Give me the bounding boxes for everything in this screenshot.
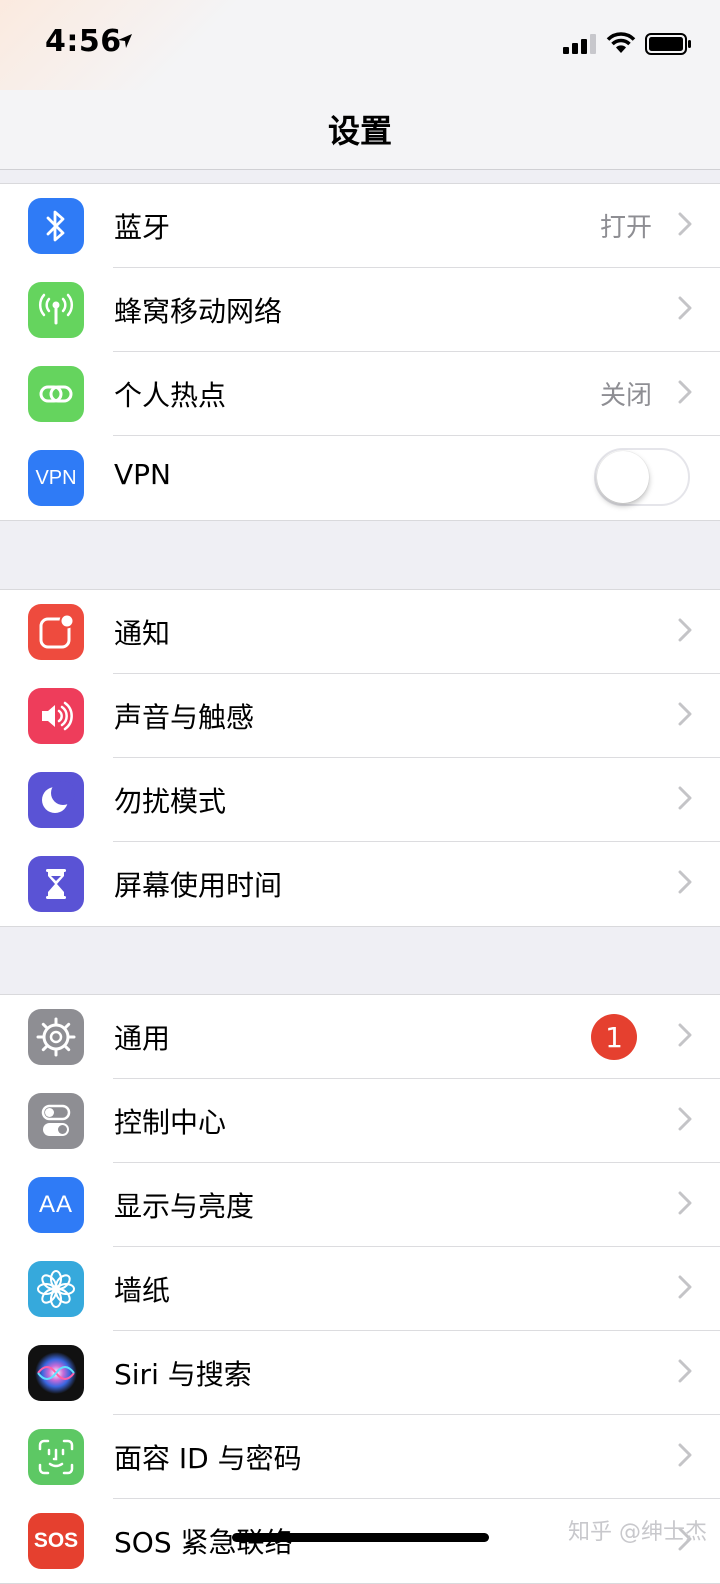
flower-icon	[28, 1261, 84, 1317]
settings-row-label: 通用	[114, 1022, 171, 1055]
settings-row-value: 关闭	[599, 381, 652, 411]
bluetooth-icon	[28, 198, 84, 254]
face-id-icon	[28, 1429, 84, 1485]
settings-row-label: 蓝牙	[114, 211, 171, 244]
status-time: 4:56	[45, 24, 122, 59]
location-arrow-icon	[118, 34, 132, 48]
gear-icon	[28, 1009, 84, 1065]
home-indicator[interactable]	[232, 1533, 489, 1542]
settings-group-connectivity: 蓝牙 打开 蜂窝移动网络 个人热点 关闭 VPN VPN	[0, 183, 720, 521]
settings-row-label: 通知	[114, 617, 171, 650]
settings-row-label: Siri 与搜索	[114, 1358, 252, 1391]
chevron-right-icon	[678, 870, 692, 894]
cellular-antenna-icon	[28, 282, 84, 338]
chevron-right-icon	[678, 702, 692, 726]
chevron-right-icon	[678, 1359, 692, 1383]
vpn-icon-text: VPN	[35, 466, 77, 489]
settings-row-hotspot[interactable]: 个人热点 关闭	[0, 352, 720, 436]
moon-icon	[28, 772, 84, 828]
chevron-right-icon	[678, 618, 692, 642]
chevron-right-icon	[678, 1023, 692, 1047]
settings-row-label: 面容 ID 与密码	[114, 1442, 302, 1475]
settings-group-notifications: 通知 声音与触感 勿扰模式 屏幕使用时间	[0, 589, 720, 927]
settings-row-cellular[interactable]: 蜂窝移动网络	[0, 268, 720, 352]
watermark-text: 知乎 @绅士杰	[568, 1520, 707, 1545]
sos-icon-text: SOS	[33, 1529, 79, 1552]
settings-row-wallpaper[interactable]: 墙纸	[0, 1247, 720, 1331]
settings-row-screen-time[interactable]: 屏幕使用时间	[0, 842, 720, 926]
text-size-icon-glyph: AA	[38, 1191, 73, 1218]
chevron-right-icon	[678, 296, 692, 320]
settings-row-siri[interactable]: Siri 与搜索	[0, 1331, 720, 1415]
sos-icon: SOS	[28, 1513, 84, 1569]
toggle-knob	[597, 451, 649, 503]
control-toggles-icon	[28, 1093, 84, 1149]
vpn-toggle[interactable]	[594, 448, 690, 506]
settings-group-general: 通用 1 控制中心 AA 显示与亮度 墙纸 Siri 与搜索 面容 ID 与密码…	[0, 994, 720, 1584]
settings-row-value: 打开	[599, 213, 652, 243]
hourglass-icon	[28, 856, 84, 912]
settings-row-label: 显示与亮度	[114, 1190, 255, 1223]
settings-row-bluetooth[interactable]: 蓝牙 打开	[0, 184, 720, 268]
notification-icon	[28, 604, 84, 660]
battery-icon	[645, 33, 691, 55]
settings-row-label: 个人热点	[114, 379, 227, 412]
chevron-right-icon	[678, 1107, 692, 1131]
text-size-icon: AA	[28, 1177, 84, 1233]
status-bar: 4:56	[0, 0, 720, 90]
settings-row-control-center[interactable]: 控制中心	[0, 1079, 720, 1163]
settings-row-label: 勿扰模式	[114, 785, 227, 818]
navigation-bar: 设置	[0, 90, 720, 170]
chevron-right-icon	[678, 786, 692, 810]
settings-row-notifications[interactable]: 通知	[0, 590, 720, 674]
chevron-right-icon	[678, 212, 692, 236]
settings-row-label: 声音与触感	[114, 701, 255, 734]
hotspot-link-icon	[28, 366, 84, 422]
settings-row-general[interactable]: 通用 1	[0, 995, 720, 1079]
siri-icon	[28, 1345, 84, 1401]
settings-row-label: 控制中心	[114, 1106, 227, 1139]
settings-row-vpn[interactable]: VPN VPN	[0, 436, 720, 520]
page-title: 设置	[327, 112, 392, 150]
wifi-icon	[606, 32, 636, 53]
chevron-right-icon	[678, 1443, 692, 1467]
settings-row-label: 墙纸	[114, 1274, 171, 1307]
speaker-icon	[28, 688, 84, 744]
settings-row-display[interactable]: AA 显示与亮度	[0, 1163, 720, 1247]
settings-row-label: VPN	[114, 458, 171, 491]
vpn-icon: VPN	[28, 450, 84, 506]
settings-row-label: 蜂窝移动网络	[114, 295, 283, 328]
chevron-right-icon	[678, 1191, 692, 1215]
cellular-signal-icon	[563, 34, 596, 54]
settings-row-sounds[interactable]: 声音与触感	[0, 674, 720, 758]
update-count-badge: 1	[591, 1014, 637, 1060]
settings-row-do-not-disturb[interactable]: 勿扰模式	[0, 758, 720, 842]
chevron-right-icon	[678, 380, 692, 404]
chevron-right-icon	[678, 1275, 692, 1299]
settings-row-label: 屏幕使用时间	[114, 869, 283, 902]
settings-row-face-id[interactable]: 面容 ID 与密码	[0, 1415, 720, 1499]
